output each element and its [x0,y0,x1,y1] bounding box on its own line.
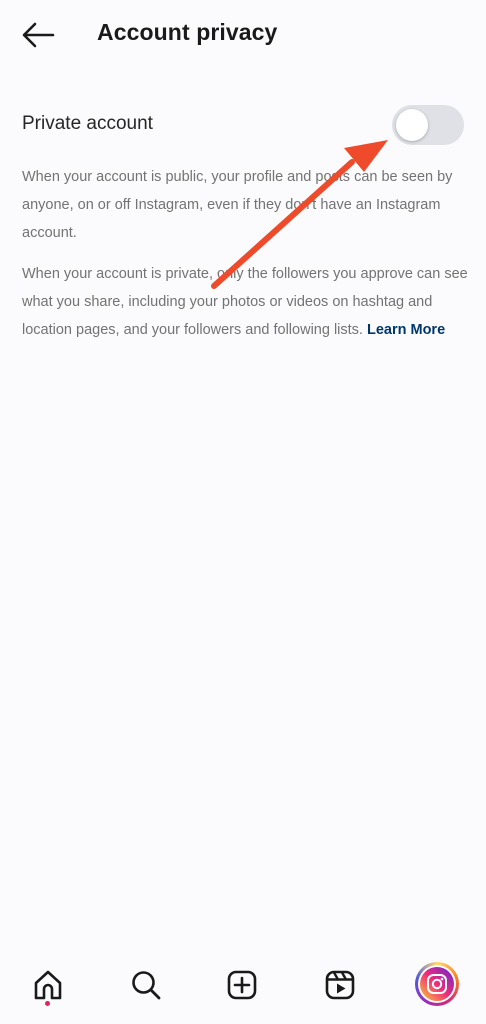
profile-avatar-icon [420,967,454,1001]
private-account-label: Private account [22,113,153,134]
nav-reels[interactable] [318,963,362,1007]
home-icon [34,970,62,1000]
create-post-icon [227,970,257,1000]
profile-ring [415,962,459,1006]
learn-more-link[interactable]: Learn More [367,322,445,338]
private-account-toggle[interactable] [392,105,464,145]
private-account-description: When your account is private, only the f… [22,260,468,344]
nav-create[interactable] [220,963,264,1007]
reels-icon [325,970,355,1000]
search-icon [132,971,161,1000]
instagram-logo-icon [427,974,447,994]
public-account-description: When your account is public, your profil… [22,169,453,241]
arrow-left-icon [22,22,55,48]
home-notification-dot [45,1001,50,1006]
page-title: Account privacy [97,19,278,45]
bottom-navigation [0,945,486,1024]
nav-profile[interactable] [414,961,460,1007]
nav-search[interactable] [124,963,168,1007]
header: Account privacy [0,0,486,70]
account-privacy-screen: Account privacy Private account When you… [0,0,486,1024]
back-button[interactable] [20,20,56,50]
toggle-knob [396,109,428,141]
private-account-row[interactable]: Private account [0,98,486,154]
